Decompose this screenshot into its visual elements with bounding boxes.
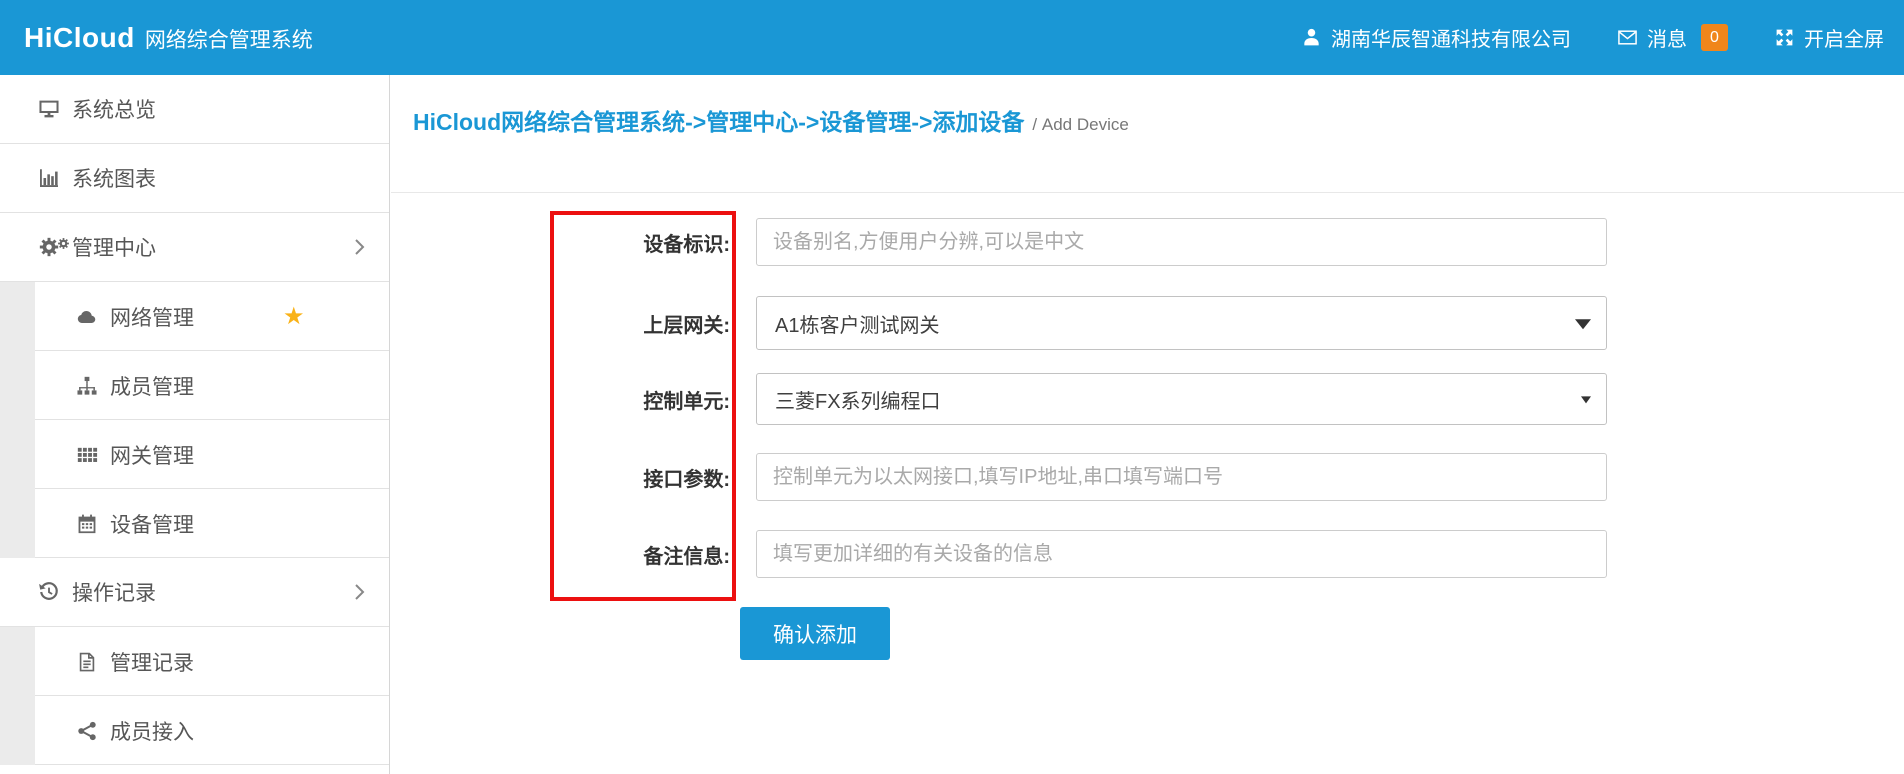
device-id-label: 设备标识: (643, 218, 730, 266)
grid-icon (72, 444, 102, 466)
control-unit-selected-value: 三菱FX系列编程口 (775, 385, 941, 414)
top-header: HiCloud 网络综合管理系统 湖南华辰智通科技有限公司 消息 0 开启全屏 (0, 0, 1904, 75)
messages-menu[interactable]: 消息 0 (1617, 23, 1728, 52)
fullscreen-button[interactable]: 开启全屏 (1774, 23, 1884, 52)
form-row-control-unit: 控制单元: 三菱FX系列编程口 (756, 373, 1607, 425)
confirm-add-button[interactable]: 确认添加 (740, 607, 890, 660)
content-divider (391, 192, 1904, 193)
bar-chart-icon (34, 167, 64, 189)
chevron-right-icon (354, 238, 365, 256)
sidebar-item-label: 系统图表 (72, 163, 156, 193)
sidebar-item-operation-records[interactable]: 操作记录 (0, 558, 389, 627)
sidebar-item-management-center[interactable]: 管理中心 (0, 213, 389, 282)
app-logo-subtitle: 网络综合管理系统 (145, 24, 313, 54)
sidebar-item-device-management[interactable]: 设备管理 (0, 489, 389, 558)
interface-params-label: 接口参数: (643, 453, 730, 501)
sidebar-item-gateway-management[interactable]: 网关管理 (0, 420, 389, 489)
breadcrumb-path: HiCloud网络综合管理系统->管理中心->设备管理->添加设备 (413, 109, 1024, 135)
sitemap-icon (72, 375, 102, 397)
upper-gateway-label: 上层网关: (643, 296, 730, 350)
user-icon (1301, 27, 1322, 48)
sidebar-item-member-management[interactable]: 成员管理 (0, 351, 389, 420)
sidebar-item-label: 成员管理 (110, 371, 194, 401)
device-id-input[interactable] (756, 218, 1607, 266)
sidebar-item-label: 网络管理 (110, 302, 194, 332)
sidebar-item-label: 管理记录 (110, 647, 194, 677)
header-actions: 湖南华辰智通科技有限公司 消息 0 开启全屏 (1301, 23, 1884, 52)
sidebar-item-label: 设备管理 (110, 509, 194, 539)
app-logo: HiCloud 网络综合管理系统 (24, 22, 313, 54)
fullscreen-label: 开启全屏 (1804, 23, 1884, 52)
form-row-upper-gateway: 上层网关: A1栋客户测试网关 (756, 296, 1607, 350)
add-device-form: 设备标识: 上层网关: A1栋客户测试网关 控制单元: 三菱FX系列编程口 接口… (756, 218, 1607, 660)
app-logo-brand: HiCloud (24, 22, 135, 54)
upper-gateway-selected-value: A1栋客户测试网关 (775, 309, 939, 338)
sidebar-item-label: 操作记录 (72, 577, 156, 607)
control-unit-select[interactable]: 三菱FX系列编程口 (756, 373, 1607, 425)
breadcrumb: HiCloud网络综合管理系统->管理中心->设备管理->添加设备 / Add D… (413, 103, 1129, 137)
sidebar-item-label: 系统总览 (72, 94, 156, 124)
main-content: HiCloud网络综合管理系统->管理中心->设备管理->添加设备 / Add D… (391, 75, 1904, 774)
form-row-device-id: 设备标识: (756, 218, 1607, 266)
chevron-right-icon (354, 583, 365, 601)
sidebar-item-label: 成员接入 (110, 716, 194, 746)
document-icon (72, 651, 102, 673)
sidebar-item-network-management[interactable]: 网络管理 ★ (0, 282, 389, 351)
remark-info-label: 备注信息: (643, 530, 730, 578)
fullscreen-icon (1774, 27, 1795, 48)
control-unit-label: 控制单元: (643, 373, 730, 425)
messages-label: 消息 (1647, 23, 1687, 52)
small-gear-icon (57, 232, 70, 256)
upper-gateway-select[interactable]: A1栋客户测试网关 (756, 296, 1607, 350)
caret-down-icon (1575, 319, 1591, 329)
share-icon (72, 720, 102, 742)
form-row-remark-info: 备注信息: (756, 530, 1607, 578)
remark-info-input[interactable] (756, 530, 1607, 578)
calendar-icon (72, 513, 102, 535)
interface-params-input[interactable] (756, 453, 1607, 501)
cloud-icon (72, 306, 102, 328)
sidebar-item-system-charts[interactable]: 系统图表 (0, 144, 389, 213)
sidebar-item-member-access[interactable]: 成员接入 (0, 696, 389, 765)
form-row-interface-params: 接口参数: (756, 453, 1607, 501)
sidebar: 系统总览 系统图表 管理中心 网络管理 ★ (0, 75, 390, 774)
messages-count-badge: 0 (1701, 24, 1728, 51)
sidebar-item-management-records[interactable]: 管理记录 (0, 627, 389, 696)
sidebar-item-system-overview[interactable]: 系统总览 (0, 75, 389, 144)
desktop-icon (34, 98, 64, 120)
sidebar-item-label: 管理中心 (72, 232, 156, 262)
sidebar-item-label: 网关管理 (110, 440, 194, 470)
envelope-icon (1617, 27, 1638, 48)
gears-icon (34, 236, 64, 258)
company-name: 湖南华辰智通科技有限公司 (1331, 23, 1571, 52)
star-icon: ★ (283, 305, 305, 329)
breadcrumb-suffix: / Add Device (1032, 115, 1128, 134)
history-icon (34, 581, 64, 603)
account-menu[interactable]: 湖南华辰智通科技有限公司 (1301, 23, 1571, 52)
sidebar-menu: 系统总览 系统图表 管理中心 网络管理 ★ (0, 75, 389, 765)
caret-down-icon (1581, 396, 1591, 403)
